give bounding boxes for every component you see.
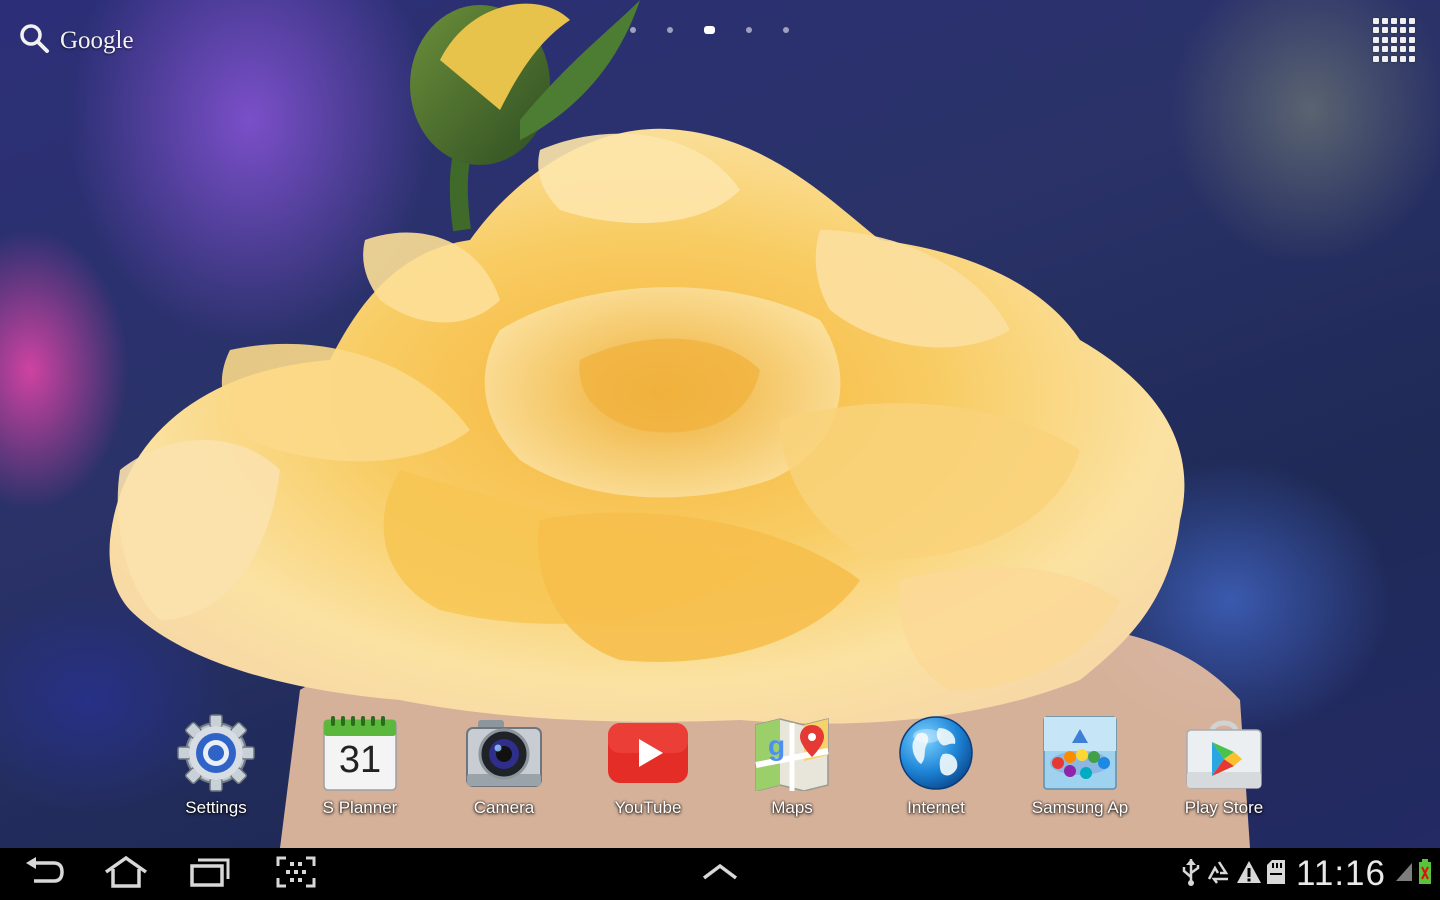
samsung-apps-icon bbox=[1039, 712, 1121, 794]
calendar-icon: 31 bbox=[319, 712, 401, 794]
apps-grid-square bbox=[1373, 27, 1379, 34]
home-button[interactable] bbox=[102, 855, 150, 893]
back-button[interactable] bbox=[20, 856, 68, 892]
recycle-sync-icon bbox=[1206, 859, 1232, 890]
camera-icon bbox=[463, 712, 545, 794]
youtube-play-icon bbox=[607, 712, 689, 794]
home-page-indicator bbox=[630, 26, 789, 34]
chevron-up-icon bbox=[700, 862, 740, 887]
apps-grid-square bbox=[1409, 36, 1415, 43]
google-search-bar[interactable]: Google bbox=[18, 22, 134, 59]
screen-capture-icon bbox=[276, 856, 316, 893]
apps-grid-square bbox=[1373, 18, 1379, 24]
warning-icon bbox=[1236, 859, 1262, 890]
google-label: Google bbox=[60, 26, 134, 54]
signal-icon bbox=[1394, 861, 1414, 888]
app-label-maps: Maps bbox=[771, 798, 813, 817]
app-settings[interactable]: Settings bbox=[144, 712, 288, 818]
apps-grid-square bbox=[1391, 18, 1397, 24]
apps-grid-square bbox=[1391, 46, 1397, 53]
settings-gear-icon bbox=[175, 712, 257, 794]
recent-apps-button[interactable] bbox=[186, 856, 234, 892]
globe-icon bbox=[895, 712, 977, 794]
app-s-planner[interactable]: 31 S Planner bbox=[288, 712, 432, 818]
apps-grid-square bbox=[1382, 18, 1388, 24]
status-area[interactable]: 11:16 bbox=[1180, 848, 1432, 900]
app-label-camera: Camera bbox=[473, 798, 535, 817]
apps-grid-square bbox=[1409, 55, 1415, 62]
apps-grid-square bbox=[1382, 55, 1388, 62]
app-label-samsung-apps: Samsung Ap bbox=[1031, 798, 1129, 817]
apps-grid-square bbox=[1400, 18, 1406, 24]
svg-text:g: g bbox=[768, 730, 785, 761]
app-internet[interactable]: Internet bbox=[864, 712, 1008, 818]
app-play-store[interactable]: Play Store bbox=[1152, 712, 1296, 818]
back-icon bbox=[24, 856, 64, 892]
apps-grid-square bbox=[1382, 46, 1388, 53]
screenshot-button[interactable] bbox=[272, 856, 320, 892]
app-label-internet: Internet bbox=[907, 798, 965, 817]
app-camera[interactable]: Camera bbox=[432, 712, 576, 818]
usb-icon bbox=[1180, 857, 1202, 892]
sd-card-icon bbox=[1266, 859, 1286, 890]
apps-grid-square bbox=[1409, 46, 1415, 53]
apps-grid-square bbox=[1400, 36, 1406, 43]
apps-grid-square bbox=[1400, 55, 1406, 62]
apps-grid-square bbox=[1373, 55, 1379, 62]
apps-grid-square bbox=[1382, 36, 1388, 43]
app-maps[interactable]: g Maps bbox=[720, 712, 864, 818]
app-shortcuts-dock: Settings 31 S Planner Camera YouTube g M… bbox=[0, 712, 1440, 832]
page-dot bbox=[746, 27, 752, 33]
page-dot bbox=[783, 27, 789, 33]
home-icon bbox=[103, 855, 149, 893]
apps-grid-square bbox=[1382, 27, 1388, 34]
page-dot-active bbox=[704, 26, 715, 34]
app-samsung-apps[interactable]: Samsung Ap bbox=[1008, 712, 1152, 818]
clock: 11:16 bbox=[1296, 854, 1386, 893]
app-label-settings: Settings bbox=[185, 798, 247, 817]
navigation-bar: 11:16 bbox=[0, 848, 1440, 900]
battery-charging-icon bbox=[1418, 858, 1432, 890]
maps-icon: g bbox=[751, 712, 833, 794]
app-label-s-planner: S Planner bbox=[322, 798, 398, 817]
apps-grid-square bbox=[1373, 46, 1379, 53]
dock-expand-button[interactable] bbox=[696, 856, 744, 892]
app-youtube[interactable]: YouTube bbox=[576, 712, 720, 818]
app-label-youtube: YouTube bbox=[614, 798, 682, 817]
play-store-bag-icon bbox=[1183, 712, 1265, 794]
apps-grid-square bbox=[1409, 27, 1415, 34]
page-dot bbox=[630, 27, 636, 33]
app-label-play-store: Play Store bbox=[1184, 798, 1264, 817]
page-dot bbox=[667, 27, 673, 33]
home-screen: Google Settings 31 S Planner Camera YouT… bbox=[0, 0, 1440, 900]
recent-apps-icon bbox=[189, 857, 231, 892]
search-icon bbox=[18, 22, 50, 59]
apps-grid-square bbox=[1391, 27, 1397, 34]
apps-grid-square bbox=[1373, 36, 1379, 43]
apps-grid-square bbox=[1409, 18, 1415, 24]
apps-grid-square bbox=[1400, 27, 1406, 34]
apps-grid-icon[interactable] bbox=[1373, 18, 1417, 62]
apps-grid-square bbox=[1391, 55, 1397, 62]
apps-grid-square bbox=[1400, 46, 1406, 53]
calendar-date: 31 bbox=[338, 738, 382, 781]
apps-grid-square bbox=[1391, 36, 1397, 43]
